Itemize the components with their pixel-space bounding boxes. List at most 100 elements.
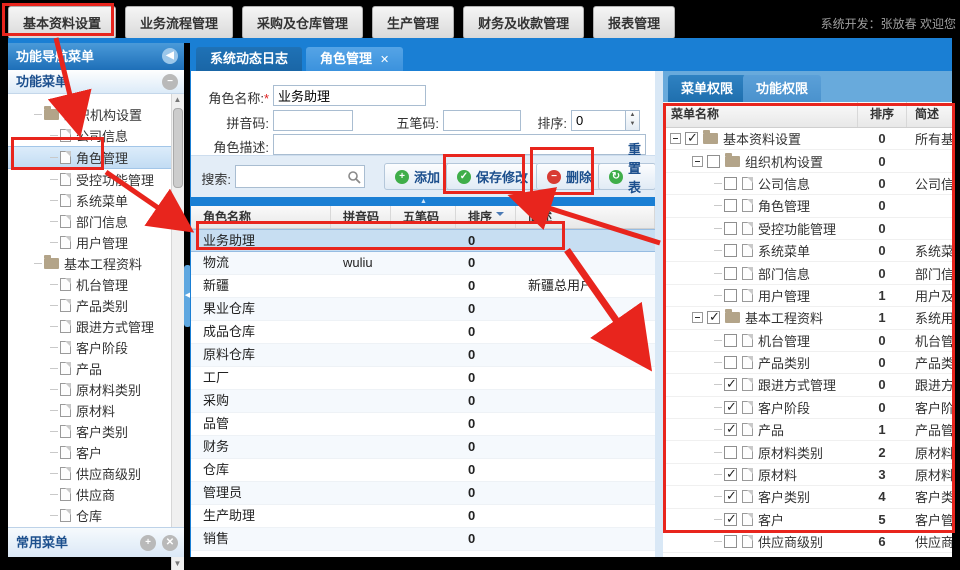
sidebar-item-3[interactable]: 受控功能管理 bbox=[8, 169, 171, 190]
permission-row-跟进方式管理[interactable]: 跟进方式管理0跟进方 bbox=[663, 374, 952, 396]
role-row-仓库[interactable]: 仓库0 bbox=[191, 459, 656, 482]
top-menu-2[interactable]: 采购及仓库管理 bbox=[242, 6, 363, 39]
permission-row-原材料类别[interactable]: 原材料类别2原材料 bbox=[663, 441, 952, 463]
sidebar-item-8[interactable]: 机台管理 bbox=[8, 274, 171, 295]
column-header-排序[interactable]: 排序 bbox=[456, 206, 516, 228]
permission-row-产品类别[interactable]: 产品类别0产品类 bbox=[663, 352, 952, 374]
sidebar-item-13[interactable]: 原材料类别 bbox=[8, 379, 171, 400]
permission-row-客户[interactable]: 客户5客户管 bbox=[663, 509, 952, 531]
role-row-管理员[interactable]: 管理员0 bbox=[191, 482, 656, 505]
checkbox-unchecked[interactable] bbox=[724, 267, 737, 280]
permission-row-供应商级别[interactable]: 供应商级别6供应商 bbox=[663, 531, 952, 553]
permission-row-公司信息[interactable]: 公司信息0公司信 bbox=[663, 173, 952, 195]
role-row-业务助理[interactable]: 业务助理0 bbox=[191, 229, 656, 252]
collapse-expander-icon[interactable] bbox=[670, 133, 681, 144]
sidebar-item-0[interactable]: 组织机构设置 bbox=[8, 104, 171, 125]
tab-角色管理[interactable]: 角色管理✕ bbox=[306, 47, 403, 71]
checkbox-checked[interactable] bbox=[724, 378, 737, 391]
sidebar-item-6[interactable]: 用户管理 bbox=[8, 232, 171, 253]
role-row-工厂[interactable]: 工厂0 bbox=[191, 367, 656, 390]
role-name-input[interactable] bbox=[273, 85, 426, 106]
role-row-原料仓库[interactable]: 原料仓库0 bbox=[191, 344, 656, 367]
permission-row-组织机构设置[interactable]: 组织机构设置0 bbox=[663, 150, 952, 172]
tab-close-icon[interactable]: ✕ bbox=[380, 54, 389, 66]
role-row-销售[interactable]: 销售0 bbox=[191, 528, 656, 551]
sidebar-item-5[interactable]: 部门信息 bbox=[8, 211, 171, 232]
pinyin-input[interactable] bbox=[273, 110, 353, 131]
permission-row-原材料[interactable]: 原材料3原材料 bbox=[663, 464, 952, 486]
scrollbar-thumb[interactable] bbox=[173, 108, 183, 188]
role-row-品管[interactable]: 品管0 bbox=[191, 413, 656, 436]
collapse-section-icon[interactable]: − bbox=[162, 74, 178, 90]
sidebar-item-10[interactable]: 跟进方式管理 bbox=[8, 316, 171, 337]
tab-功能权限[interactable]: 功能权限 bbox=[743, 75, 821, 102]
sidebar-item-14[interactable]: 原材料 bbox=[8, 400, 171, 421]
sidebar-item-12[interactable]: 产品 bbox=[8, 358, 171, 379]
column-header-拼音码[interactable]: 拼音码 bbox=[331, 206, 391, 228]
column-header-五笔码[interactable]: 五笔码 bbox=[391, 206, 456, 228]
sidebar-item-7[interactable]: 基本工程资料 bbox=[8, 253, 171, 274]
button-保存修改[interactable]: ✓保存修改 bbox=[446, 163, 539, 190]
checkbox-checked[interactable] bbox=[707, 311, 720, 324]
desc-column-header[interactable]: 简述 bbox=[915, 102, 939, 127]
role-row-果业仓库[interactable]: 果业仓库0 bbox=[191, 298, 656, 321]
role-row-采购[interactable]: 采购0 bbox=[191, 390, 656, 413]
menu-name-column-header[interactable]: 菜单名称 bbox=[671, 102, 719, 127]
checkbox-checked[interactable] bbox=[724, 490, 737, 503]
role-row-财务[interactable]: 财务0 bbox=[191, 436, 656, 459]
close-common-menu-icon[interactable]: ✕ bbox=[162, 535, 178, 551]
top-menu-5[interactable]: 报表管理 bbox=[593, 6, 675, 39]
search-icon[interactable] bbox=[347, 170, 361, 184]
top-menu-0[interactable]: 基本资料设置 bbox=[8, 6, 116, 39]
sidebar-collapse-icon[interactable]: ◀ bbox=[162, 48, 178, 64]
sidebar-scrollbar[interactable]: ▲ ▼ bbox=[171, 94, 184, 570]
checkbox-checked[interactable] bbox=[724, 401, 737, 414]
checkbox-unchecked[interactable] bbox=[724, 446, 737, 459]
checkbox-unchecked[interactable] bbox=[707, 155, 720, 168]
sidebar-item-16[interactable]: 客户 bbox=[8, 442, 171, 463]
panel-splitter[interactable]: ▲ bbox=[191, 197, 656, 206]
collapse-expander-icon[interactable] bbox=[692, 156, 703, 167]
sidebar-item-2[interactable]: 角色管理 bbox=[8, 146, 171, 169]
sort-spinner[interactable]: ▲▼ bbox=[626, 110, 640, 131]
column-header-角色名称[interactable]: 角色名称 bbox=[191, 206, 331, 228]
permission-row-基本工程资料[interactable]: 基本工程资料1系统用 bbox=[663, 307, 952, 329]
add-common-menu-icon[interactable]: + bbox=[140, 535, 156, 551]
button-重置表单[interactable]: ↻重置表单 bbox=[598, 163, 656, 190]
checkbox-checked[interactable] bbox=[724, 423, 737, 436]
search-input[interactable] bbox=[236, 166, 344, 187]
top-menu-1[interactable]: 业务流程管理 bbox=[125, 6, 233, 39]
checkbox-checked[interactable] bbox=[724, 468, 737, 481]
sort-input[interactable] bbox=[571, 110, 626, 131]
role-row-新疆[interactable]: 新疆0新疆总用户 bbox=[191, 275, 656, 298]
sidebar-item-9[interactable]: 产品类别 bbox=[8, 295, 171, 316]
top-menu-3[interactable]: 生产管理 bbox=[372, 6, 454, 39]
permission-row-机台管理[interactable]: 机台管理0机台管 bbox=[663, 330, 952, 352]
sort-column-header[interactable]: 排序 bbox=[857, 102, 907, 127]
checkbox-unchecked[interactable] bbox=[724, 244, 737, 257]
permission-row-系统菜单[interactable]: 系统菜单0系统菜 bbox=[663, 240, 952, 262]
role-row-成品仓库[interactable]: 成品仓库0 bbox=[191, 321, 656, 344]
permission-row-客户类别[interactable]: 客户类别4客户类 bbox=[663, 486, 952, 508]
permission-row-受控功能管理[interactable]: 受控功能管理0 bbox=[663, 218, 952, 240]
sidebar-item-1[interactable]: 公司信息 bbox=[8, 125, 171, 146]
sidebar-section-header[interactable]: 功能菜单 − bbox=[8, 70, 184, 94]
tab-菜单权限[interactable]: 菜单权限 bbox=[668, 75, 746, 102]
checkbox-unchecked[interactable] bbox=[724, 177, 737, 190]
right-splitter[interactable] bbox=[655, 71, 663, 557]
checkbox-unchecked[interactable] bbox=[724, 356, 737, 369]
scroll-down-icon[interactable]: ▼ bbox=[172, 558, 183, 570]
checkbox-checked[interactable] bbox=[685, 132, 698, 145]
checkbox-unchecked[interactable] bbox=[724, 199, 737, 212]
checkbox-unchecked[interactable] bbox=[724, 334, 737, 347]
sidebar-item-4[interactable]: 系统菜单 bbox=[8, 190, 171, 211]
scroll-up-icon[interactable]: ▲ bbox=[172, 94, 183, 106]
role-desc-input[interactable] bbox=[273, 134, 646, 155]
column-header-简述[interactable]: 简述 bbox=[516, 206, 655, 228]
permission-row-客户阶段[interactable]: 客户阶段0客户阶 bbox=[663, 397, 952, 419]
permission-row-用户管理[interactable]: 用户管理1用户及 bbox=[663, 285, 952, 307]
role-row-物流[interactable]: 物流wuliu0 bbox=[191, 252, 656, 275]
checkbox-unchecked[interactable] bbox=[724, 222, 737, 235]
checkbox-unchecked[interactable] bbox=[724, 289, 737, 302]
checkbox-unchecked[interactable] bbox=[724, 535, 737, 548]
